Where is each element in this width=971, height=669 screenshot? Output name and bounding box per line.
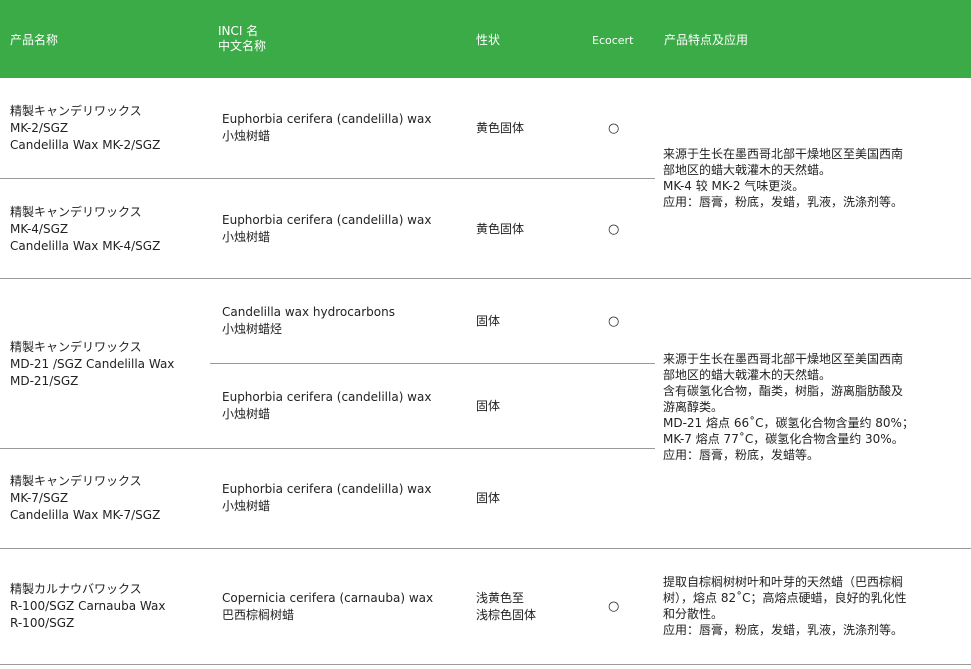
features-group3-line1: 提取自棕榈树树叶和叶芽的天然蜡（巴西棕榈 xyxy=(663,575,904,589)
row5-state-line1: 浅黄色至 xyxy=(476,591,525,605)
features-group1-line4: 应用：唇膏，粉底，发蜡，乳液，洗涤剂等。 xyxy=(663,195,904,209)
row3-name-line2: MD-21 /SGZ Candelilla Wax xyxy=(10,357,175,371)
row3-state: 固体 xyxy=(476,314,501,328)
row3-inci: Candelilla wax hydrocarbons xyxy=(222,305,395,319)
features-group2-line7: 应用：唇膏，粉底，发蜡等。 xyxy=(663,448,820,462)
row2-name-line1: 精製キャンデリワックス xyxy=(10,205,142,219)
row3-ecocert-mark: ○ xyxy=(608,314,620,329)
row1-inci: Euphorbia cerifera (candelilla) wax xyxy=(222,112,432,126)
row4-inci: Euphorbia cerifera (candelilla) wax xyxy=(222,482,432,496)
features-group3-line3: 和分散性。 xyxy=(663,607,724,621)
row4-name-line3: Candelilla Wax MK-7/SGZ xyxy=(10,508,161,522)
row1-state: 黄色固体 xyxy=(476,121,525,135)
row-divider xyxy=(0,178,655,179)
features-group3-line4: 应用：唇膏，粉底，发蜡，乳液，洗涤剂等。 xyxy=(663,623,904,637)
features-group2-line4: 游离醇类。 xyxy=(663,400,724,414)
features-group2-line3: 含有碳氢化合物，酯类，树脂，游离脂肪酸及 xyxy=(663,384,904,398)
row1-name-line3: Candelilla Wax MK-2/SGZ xyxy=(10,138,161,152)
row5-inci: Copernicia cerifera (carnauba) wax xyxy=(222,591,434,605)
row5-state-line2: 浅棕色固体 xyxy=(476,608,537,622)
features-group1-line3: MK-4 较 MK-2 气味更淡。 xyxy=(663,179,805,193)
features-group2-line2: 部地区的蜡大戟灌木的天然蜡。 xyxy=(663,368,832,382)
header-ecocert: Ecocert xyxy=(592,34,634,47)
row1-name-line2: MK-2/SGZ xyxy=(10,121,69,135)
row1-chinese-name: 小烛树蜡 xyxy=(222,129,271,143)
table-bottom-rule xyxy=(0,664,971,665)
row2-state: 黄色固体 xyxy=(476,222,525,236)
header-state: 性状 xyxy=(476,33,501,47)
row2-ecocert-mark: ○ xyxy=(608,222,620,237)
sub-row-divider xyxy=(210,363,655,364)
group-divider xyxy=(0,548,971,549)
row5-name-line3: R-100/SGZ xyxy=(10,616,75,630)
row3-chinese-name-secondary: 小烛树蜡 xyxy=(222,407,271,421)
row3-name-line1: 精製キャンデリワックス xyxy=(10,340,142,354)
features-group2-line1: 来源于生长在墨西哥北部干燥地区至美国西南 xyxy=(663,352,904,366)
row1-ecocert-mark: ○ xyxy=(608,121,620,136)
row4-name-line2: MK-7/SGZ xyxy=(10,491,69,505)
row3-state-secondary: 固体 xyxy=(476,399,501,413)
features-group1-line1: 来源于生长在墨西哥北部干燥地区至美国西南 xyxy=(663,147,904,161)
row4-chinese-name: 小烛树蜡 xyxy=(222,499,271,513)
row4-state: 固体 xyxy=(476,491,501,505)
header-inci: INCI 名 xyxy=(218,24,259,38)
group-divider xyxy=(0,278,971,279)
row5-name-line2: R-100/SGZ Carnauba Wax xyxy=(10,599,166,613)
row2-chinese-name: 小烛树蜡 xyxy=(222,230,271,244)
features-group1-line2: 部地区的蜡大戟灌木的天然蜡。 xyxy=(663,163,832,177)
row5-name-line1: 精製カルナウバワックス xyxy=(10,582,142,596)
row1-name-line1: 精製キャンデリワックス xyxy=(10,104,142,118)
table-header: 产品名称 INCI 名 中文名称 性状 Ecocert 产品特点及应用 xyxy=(0,0,971,78)
row3-inci-secondary: Euphorbia cerifera (candelilla) wax xyxy=(222,390,432,404)
row3-name-line3: MD-21/SGZ xyxy=(10,374,79,388)
header-features: 产品特点及应用 xyxy=(664,33,749,47)
row2-name-line2: MK-4/SGZ xyxy=(10,222,69,236)
header-product-name: 产品名称 xyxy=(10,33,59,47)
row5-ecocert-mark: ○ xyxy=(608,599,620,614)
row3-chinese-name: 小烛树蜡烃 xyxy=(222,322,283,336)
row4-name-line1: 精製キャンデリワックス xyxy=(10,474,142,488)
row-divider xyxy=(0,448,655,449)
features-group3-line2: 树），熔点 82˚C；高熔点硬蜡，良好的乳化性 xyxy=(663,591,907,605)
features-group2-line5: MD-21 熔点 66˚C，碳氢化合物含量约 80%； xyxy=(663,416,914,430)
row5-chinese-name: 巴西棕榈树蜡 xyxy=(222,608,295,622)
row2-name-line3: Candelilla Wax MK-4/SGZ xyxy=(10,239,161,253)
row2-inci: Euphorbia cerifera (candelilla) wax xyxy=(222,213,432,227)
features-group2-line6: MK-7 熔点 77˚C，碳氢化合物含量约 30%。 xyxy=(663,432,904,446)
header-chinese-name: 中文名称 xyxy=(218,39,267,53)
